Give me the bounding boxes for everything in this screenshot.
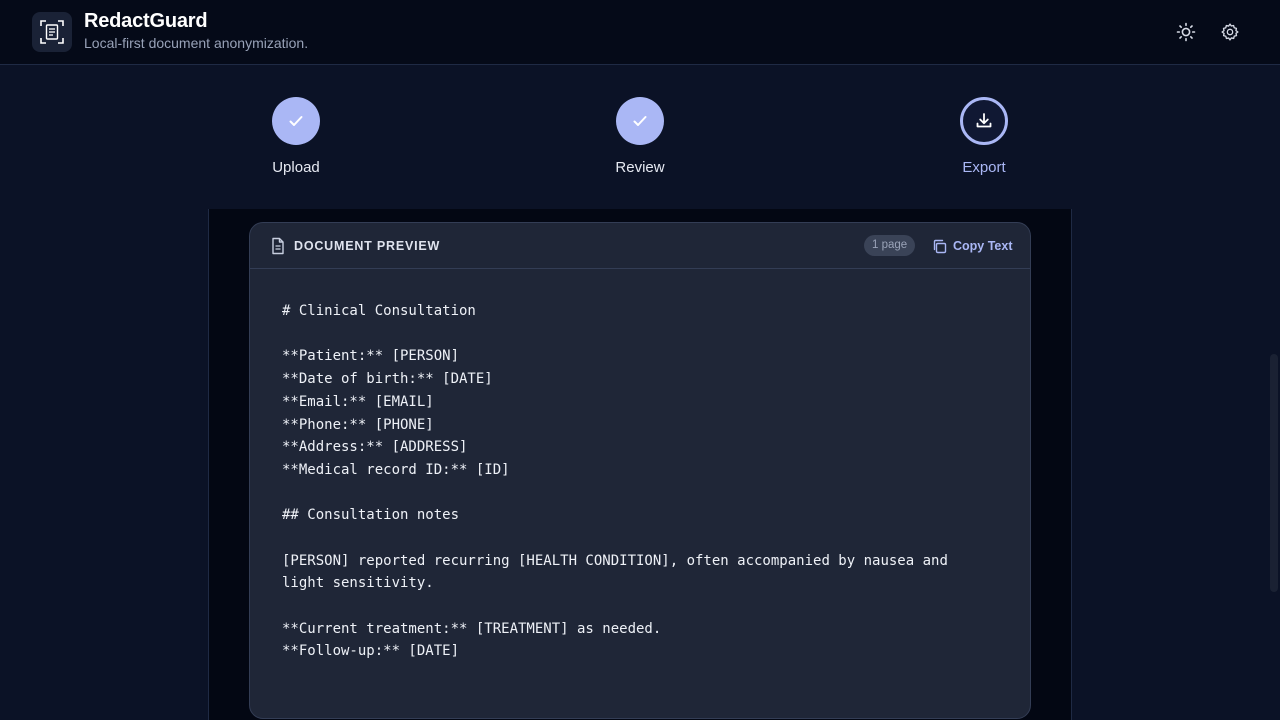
app-header: RedactGuard Local-first document anonymi… [0,0,1280,65]
document-preview-card: DOCUMENT PREVIEW 1 page Copy Text # Clin… [249,222,1031,719]
step-upload[interactable]: Upload [236,97,356,176]
copy-icon [933,239,947,253]
step-upload-label: Upload [272,159,320,176]
scrollbar-thumb[interactable] [1270,354,1278,592]
document-line: **Phone:** [PHONE] [282,416,434,433]
preview-title: DOCUMENT PREVIEW [294,239,441,253]
page-count-badge: 1 page [864,235,916,256]
document-line: **Patient:** [PERSON] [282,348,460,365]
document-line: ## Consultation notes [282,507,460,524]
document-line: # Clinical Consultation [282,303,476,319]
document-logo-icon [40,20,64,44]
copy-text-label: Copy Text [953,239,1013,253]
document-line: **Current treatment:** [TREATMENT] as ne… [282,620,662,637]
step-review[interactable]: Review [580,97,700,176]
theme-toggle-button[interactable] [1173,19,1199,45]
document-line: **Email:** [EMAIL] [282,393,434,410]
document-line: light sensitivity. [282,575,434,592]
step-export-indicator [960,97,1008,145]
document-text: # Clinical Consultation **Patient:** [PER… [282,300,982,663]
settings-button[interactable] [1217,19,1243,45]
step-export[interactable]: Export [924,97,1044,176]
app-title: RedactGuard [84,10,208,32]
document-line: **Medical record ID:** [ID] [282,461,510,478]
document-line: [PERSON] reported recurring [HEALTH COND… [282,552,948,569]
step-export-label: Export [962,159,1006,176]
copy-text-button[interactable]: Copy Text [932,237,1013,255]
check-icon [633,116,647,126]
step-review-indicator [616,97,664,145]
document-icon [272,237,284,255]
document-line: **Address:** [ADDRESS] [282,439,468,456]
step-upload-indicator [272,97,320,145]
download-icon [976,113,992,128]
document-line: **Follow-up:** [DATE] [282,643,460,660]
app-subtitle: Local-first document anonymization. [84,35,309,51]
gear-icon [1221,23,1239,41]
check-icon [289,116,303,126]
document-line: **Date of birth:** [DATE] [282,371,493,388]
preview-header: DOCUMENT PREVIEW 1 page Copy Text [250,223,1030,269]
sun-icon [1176,22,1196,42]
app-logo [32,12,72,52]
step-review-label: Review [615,159,665,176]
